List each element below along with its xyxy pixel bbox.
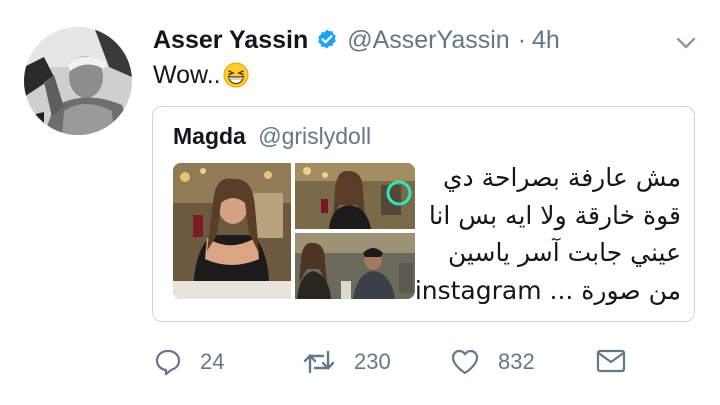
like-button[interactable]: 832 — [450, 348, 535, 376]
direct-message-button[interactable] — [596, 348, 626, 374]
quoted-text-line: من صورة ... instagram — [414, 275, 681, 305]
quoted-tweet-header: Magda @grislydoll — [173, 123, 371, 150]
heart-icon — [451, 349, 479, 375]
photo-left — [173, 163, 291, 299]
retweet-icon — [303, 350, 335, 374]
quoted-media-grid[interactable] — [173, 163, 415, 299]
quoted-text-line: مش عارفة بصراحة دي — [442, 163, 681, 192]
retweet-button[interactable]: 230 — [302, 348, 391, 376]
quoted-author-handle: @grislydoll — [258, 123, 372, 149]
quoted-author-name: Magda — [173, 123, 246, 149]
retweet-count: 230 — [354, 349, 391, 374]
envelope-icon — [596, 349, 626, 373]
reply-count: 24 — [200, 349, 225, 374]
quoted-text-line: قوة خارقة ولا ايه بس انا — [428, 200, 681, 230]
verified-badge-icon — [315, 28, 339, 52]
quoted-text-line: عيني جابت آسر ياسين — [447, 238, 681, 267]
author-avatar[interactable] — [24, 27, 132, 135]
tweet-timestamp[interactable]: 4h — [532, 26, 560, 55]
photo-top-right — [295, 163, 415, 229]
tweet-text: Wow.. — [153, 58, 249, 92]
tweet-text-content: Wow.. — [153, 60, 221, 89]
photo-bottom-right — [295, 233, 415, 299]
separator-dot: · — [517, 25, 527, 54]
avatar-photo — [24, 27, 132, 135]
author-name[interactable]: Asser Yassin — [153, 26, 308, 55]
grinning-squinting-face-icon — [223, 62, 249, 88]
media-photos — [173, 163, 415, 299]
reply-button[interactable]: 24 — [154, 348, 224, 376]
tweet-actions-bar: 24 230 832 — [0, 342, 720, 382]
more-options-chevron-down-icon[interactable] — [674, 31, 698, 55]
author-handle[interactable]: @AsserYassin — [347, 26, 509, 55]
quoted-tweet-text: مش عارفة بصراحة دي قوة خارقة ولا ايه بس … — [414, 159, 681, 309]
reply-icon — [155, 349, 181, 376]
like-count: 832 — [498, 349, 535, 374]
quoted-tweet-card[interactable]: Magda @grislydoll مش عارفة بصراحة دي قوة… — [152, 106, 695, 322]
tweet-header: Asser Yassin @AsserYassin · 4h — [153, 22, 560, 58]
